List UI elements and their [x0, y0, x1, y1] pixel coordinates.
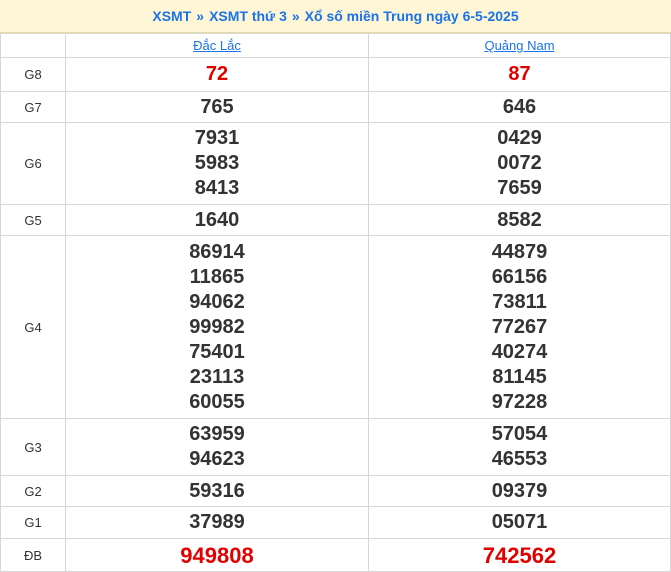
prize-number: 46553 — [491, 448, 548, 470]
prize-number: 05071 — [491, 511, 548, 533]
prize-number: 0072 — [497, 152, 542, 174]
prize-number: 57054 — [491, 423, 548, 445]
cell-quangnam: 8582 — [368, 204, 671, 236]
breadcrumb: XSMT » XSMT thứ 3 » Xổ số miền Trung ngà… — [0, 0, 671, 33]
cell-quangnam: 0429 0072 7659 — [368, 122, 671, 205]
prize-number: 63959 — [189, 423, 245, 445]
prize-number: 0429 — [497, 127, 542, 149]
cell-quangnam: 646 — [368, 91, 671, 123]
cell-quangnam: 05071 — [368, 506, 671, 539]
cell-daclac: 765 — [65, 91, 369, 123]
cell-daclac: 37989 — [65, 506, 369, 539]
prize-label: G7 — [0, 91, 66, 123]
cell-daclac: 7931 5983 8413 — [65, 122, 369, 205]
prize-label: G3 — [0, 418, 66, 476]
cell-quangnam: 44879 66156 73811 77267 40274 81145 97228 — [368, 235, 671, 419]
table-header-row: Đắc Lắc Quảng Nam — [0, 33, 671, 58]
breadcrumb-link-xsmt-thu3[interactable]: XSMT thứ 3 — [209, 8, 287, 24]
prize-row: ĐB 949808 742562 — [0, 538, 671, 572]
province-link-daclac[interactable]: Đắc Lắc — [193, 38, 241, 53]
prize-number: 7931 — [194, 127, 240, 149]
prize-number: 72 — [205, 63, 229, 85]
prize-label: ĐB — [0, 538, 66, 572]
prize-number: 75401 — [189, 340, 245, 363]
prize-number: 97228 — [491, 390, 548, 413]
prize-number: 949808 — [180, 542, 254, 568]
prize-number: 73811 — [492, 290, 547, 313]
prize-number: 1640 — [194, 208, 240, 231]
cell-daclac: 72 — [65, 57, 369, 92]
prize-number: 5983 — [194, 152, 240, 174]
prize-number: 66156 — [491, 265, 548, 288]
breadcrumb-link-xsmt[interactable]: XSMT — [152, 8, 191, 24]
prize-number: 87 — [508, 63, 531, 85]
cell-quangnam: 87 — [368, 57, 671, 92]
province-link-quangnam[interactable]: Quảng Nam — [484, 38, 554, 53]
prize-number: 765 — [200, 95, 234, 118]
header-province-quangnam: Quảng Nam — [368, 33, 671, 58]
prize-number: 742562 — [482, 542, 557, 568]
prize-row: G3 63959 94623 57054 46553 — [0, 418, 671, 476]
results-table: Đắc Lắc Quảng Nam G8 72 87 G7 765 646 G6 7931 59… — [0, 33, 671, 572]
prize-label: G5 — [0, 204, 66, 236]
cell-quangnam: 742562 — [368, 538, 671, 572]
prize-number: 40274 — [491, 340, 548, 363]
prize-number: 86914 — [189, 240, 245, 263]
prize-number: 11865 — [189, 265, 245, 288]
breadcrumb-title[interactable]: Xổ số miền Trung ngày 6-5-2025 — [305, 8, 519, 24]
prize-number: 8413 — [194, 177, 240, 199]
header-empty-cell — [0, 33, 66, 58]
prize-number: 99982 — [189, 315, 245, 338]
prize-number: 7659 — [497, 177, 542, 199]
prize-number: 44879 — [491, 240, 548, 263]
cell-quangnam: 57054 46553 — [368, 418, 671, 476]
prize-number: 23113 — [189, 365, 245, 388]
prize-label: G6 — [0, 122, 66, 205]
breadcrumb-separator: » — [291, 8, 300, 24]
prize-number: 37989 — [189, 511, 245, 533]
cell-daclac: 1640 — [65, 204, 369, 236]
prize-number: 81145 — [492, 365, 547, 388]
cell-daclac: 63959 94623 — [65, 418, 369, 476]
prize-row: G1 37989 05071 — [0, 506, 671, 539]
prize-number: 77267 — [491, 315, 548, 338]
prize-label: G2 — [0, 475, 66, 507]
prize-number: 60055 — [189, 390, 245, 413]
prize-number: 8582 — [497, 208, 542, 231]
results-container: XSMT » XSMT thứ 3 » Xổ số miền Trung ngà… — [0, 0, 671, 572]
prize-row: G2 59316 09379 — [0, 475, 671, 507]
prize-row: G8 72 87 — [0, 57, 671, 92]
prize-row: G4 86914 11865 94062 99982 75401 23113 60055 448… — [0, 235, 671, 419]
prize-row: G5 1640 8582 — [0, 204, 671, 236]
breadcrumb-separator: » — [196, 8, 205, 24]
prize-number: 646 — [502, 95, 537, 118]
prize-row: G6 7931 5983 8413 0429 0072 7659 — [0, 122, 671, 205]
cell-daclac: 86914 11865 94062 99982 75401 23113 60055 — [65, 235, 369, 419]
cell-quangnam: 09379 — [368, 475, 671, 507]
header-province-daclac: Đắc Lắc — [65, 33, 369, 58]
cell-daclac: 949808 — [65, 538, 369, 572]
prize-rows: G8 72 87 G7 765 646 G6 7931 5983 8413 0429 0072 7659… — [0, 57, 671, 572]
prize-label: G1 — [0, 506, 66, 539]
prize-number: 94062 — [189, 290, 245, 313]
prize-label: G4 — [0, 235, 66, 419]
prize-row: G7 765 646 — [0, 91, 671, 123]
prize-label: G8 — [0, 57, 66, 92]
cell-daclac: 59316 — [65, 475, 369, 507]
prize-number: 09379 — [491, 479, 548, 502]
prize-number: 94623 — [189, 448, 245, 470]
prize-number: 59316 — [189, 479, 245, 502]
